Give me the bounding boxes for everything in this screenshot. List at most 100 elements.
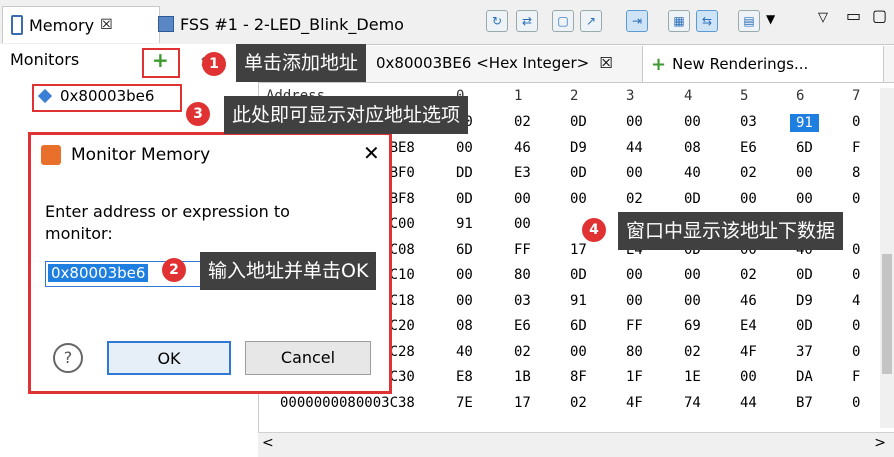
byte-cell[interactable]: D9: [570, 140, 587, 156]
table-row[interactable]: 0000000080003C38 7E 17 02 4F 74 44 B7 0: [262, 393, 880, 417]
toggle-split-icon[interactable]: ⇆: [696, 10, 718, 32]
horizontal-scrollbar[interactable]: < >: [258, 432, 894, 457]
byte-cell[interactable]: 00: [626, 293, 643, 309]
byte-cell[interactable]: D9: [796, 293, 813, 309]
byte-cell[interactable]: 0D: [684, 191, 701, 207]
byte-cell[interactable]: 0: [852, 114, 860, 130]
byte-cell[interactable]: 46: [514, 140, 531, 156]
byte-cell[interactable]: 0: [852, 344, 860, 360]
byte-cell[interactable]: 8F: [570, 369, 587, 385]
add-monitor-button[interactable]: +: [152, 50, 169, 70]
byte-cell[interactable]: 00: [626, 114, 643, 130]
tab-new-renderings[interactable]: + New Renderings...: [642, 46, 884, 82]
byte-cell[interactable]: 7E: [456, 395, 473, 411]
byte-cell[interactable]: 08: [684, 140, 701, 156]
refresh-icon[interactable]: ↻: [486, 10, 508, 32]
byte-cell[interactable]: 40: [456, 344, 473, 360]
minimize-icon[interactable]: ▭: [846, 6, 861, 25]
byte-cell[interactable]: 80: [626, 344, 643, 360]
byte-cell[interactable]: 6D: [796, 140, 813, 156]
byte-cell[interactable]: 03: [740, 114, 757, 130]
byte-cell[interactable]: 00: [626, 267, 643, 283]
byte-cell[interactable]: 69: [684, 318, 701, 334]
byte-cell[interactable]: B7: [796, 395, 813, 411]
close-icon[interactable]: ☒: [100, 17, 113, 33]
byte-cell[interactable]: 0D: [796, 318, 813, 334]
byte-cell[interactable]: 02: [570, 395, 587, 411]
byte-cell[interactable]: 00: [514, 216, 531, 232]
byte-cell[interactable]: 74: [684, 395, 701, 411]
byte-cell[interactable]: 03: [514, 293, 531, 309]
export-icon[interactable]: ↗: [580, 10, 602, 32]
link-icon[interactable]: ⇥: [626, 10, 648, 32]
byte-cell[interactable]: 02: [740, 165, 757, 181]
byte-cell[interactable]: 0D: [570, 165, 587, 181]
monitor-item[interactable]: 0x80003be6: [37, 87, 154, 105]
byte-cell[interactable]: 0: [852, 395, 860, 411]
byte-cell[interactable]: FF: [514, 242, 531, 258]
byte-cell[interactable]: F: [852, 369, 860, 385]
dialog-close-button[interactable]: ✕: [363, 141, 380, 165]
byte-cell[interactable]: DD: [456, 165, 473, 181]
byte-cell[interactable]: 1B: [514, 369, 531, 385]
byte-cell[interactable]: 02: [626, 191, 643, 207]
byte-cell[interactable]: 91: [790, 114, 819, 132]
byte-cell[interactable]: 00: [456, 140, 473, 156]
byte-cell[interactable]: FF: [626, 318, 643, 334]
tab-hex-rendering[interactable]: 0x80003BE6 <Hex Integer> ☒: [376, 54, 613, 72]
close-icon[interactable]: ☒: [599, 54, 612, 72]
byte-cell[interactable]: 00: [740, 191, 757, 207]
byte-cell[interactable]: 02: [514, 114, 531, 130]
byte-cell[interactable]: 0D: [456, 191, 473, 207]
byte-cell[interactable]: 02: [684, 344, 701, 360]
byte-cell[interactable]: 08: [456, 318, 473, 334]
byte-cell[interactable]: 00: [684, 293, 701, 309]
tab-memory[interactable]: Memory ☒: [2, 6, 160, 43]
help-icon[interactable]: ?: [53, 343, 83, 373]
byte-cell[interactable]: 00: [740, 369, 757, 385]
scroll-right-icon[interactable]: >: [874, 435, 886, 451]
byte-cell[interactable]: 4: [852, 293, 860, 309]
byte-cell[interactable]: 4F: [740, 344, 757, 360]
byte-cell[interactable]: 02: [740, 267, 757, 283]
byte-cell[interactable]: 00: [796, 191, 813, 207]
byte-cell[interactable]: 00: [514, 191, 531, 207]
byte-cell[interactable]: E3: [514, 165, 531, 181]
byte-cell[interactable]: 4F: [626, 395, 643, 411]
new-tab-icon[interactable]: ▢: [552, 10, 574, 32]
byte-cell[interactable]: 00: [684, 267, 701, 283]
byte-cell[interactable]: 00: [570, 191, 587, 207]
tab-fss[interactable]: FSS #1 - 2-LED_Blink_Demo: [150, 6, 412, 42]
byte-cell[interactable]: 80: [514, 267, 531, 283]
byte-cell[interactable]: 0: [852, 267, 860, 283]
byte-cell[interactable]: F: [852, 140, 860, 156]
vertical-scrollbar[interactable]: [880, 88, 894, 428]
byte-cell[interactable]: 17: [514, 395, 531, 411]
byte-cell[interactable]: 00: [456, 293, 473, 309]
byte-cell[interactable]: 8: [852, 165, 860, 181]
byte-cell[interactable]: 0: [852, 318, 860, 334]
byte-cell[interactable]: 44: [740, 395, 757, 411]
byte-cell[interactable]: 44: [626, 140, 643, 156]
byte-cell[interactable]: 0: [852, 242, 860, 258]
byte-cell[interactable]: 0D: [796, 267, 813, 283]
byte-cell[interactable]: 1F: [626, 369, 643, 385]
byte-cell[interactable]: 00: [570, 344, 587, 360]
byte-cell[interactable]: 00: [626, 165, 643, 181]
byte-cell[interactable]: DA: [796, 369, 813, 385]
byte-cell[interactable]: 00: [684, 114, 701, 130]
byte-cell[interactable]: 1E: [684, 369, 701, 385]
byte-cell[interactable]: 0D: [570, 267, 587, 283]
byte-cell[interactable]: E4: [740, 318, 757, 334]
byte-cell[interactable]: 91: [570, 293, 587, 309]
cancel-button[interactable]: Cancel: [245, 341, 371, 375]
scroll-thumb[interactable]: [882, 254, 892, 374]
byte-cell[interactable]: 00: [456, 267, 473, 283]
grid-icon[interactable]: ▦: [668, 10, 690, 32]
maximize-icon[interactable]: ▢: [872, 6, 887, 25]
ok-button[interactable]: OK: [107, 341, 231, 375]
byte-cell[interactable]: 6D: [456, 242, 473, 258]
byte-cell[interactable]: 37: [796, 344, 813, 360]
byte-cell[interactable]: 6D: [570, 318, 587, 334]
sync-icon[interactable]: ⇄: [516, 10, 538, 32]
